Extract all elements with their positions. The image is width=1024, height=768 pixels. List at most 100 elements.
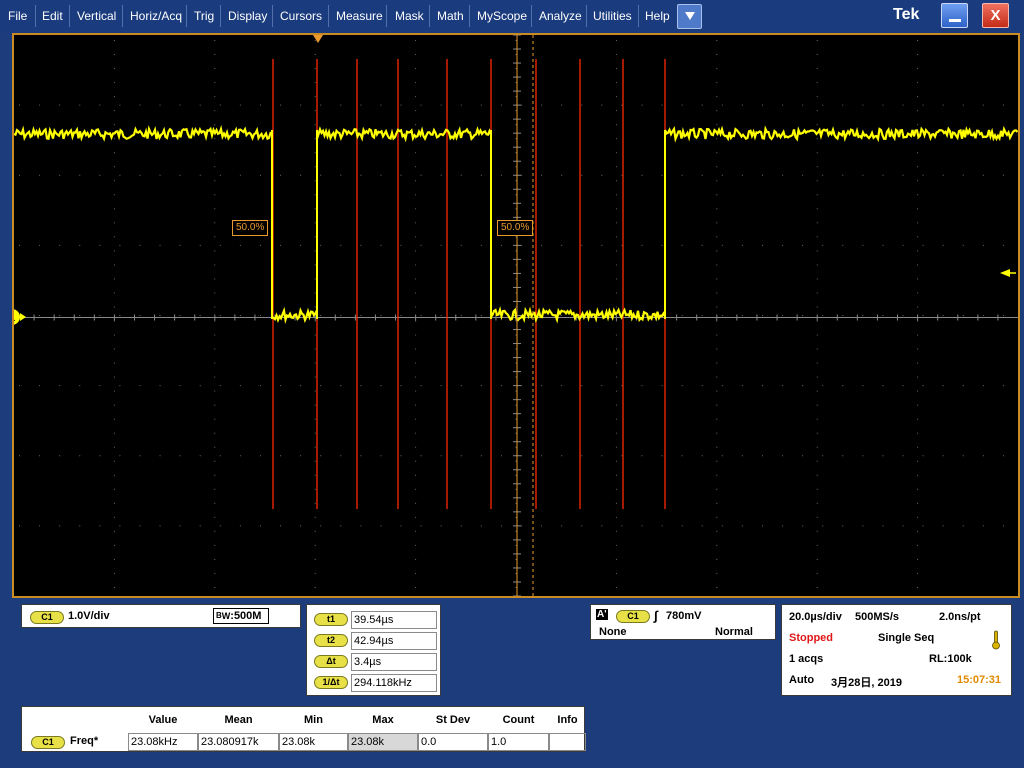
graticule-dot [314,124,316,126]
graticule-dot [39,174,41,176]
graticule-dot [816,432,818,434]
acquisition-panel[interactable]: 20.0µs/div 500MS/s 2.0ns/pt Stopped Sing… [781,604,1012,696]
graticule-dot [415,124,417,126]
menu-vertical[interactable]: Vertical [77,0,116,33]
graticule-dot [139,525,141,527]
menu-display[interactable]: Display [228,0,267,33]
graticule-dot [99,315,101,316]
graticule-dot [816,250,818,252]
graticule-dot [962,174,964,176]
graticule-dot [139,315,141,316]
graticule-dot [761,244,763,246]
graticule-dot [159,455,161,457]
graticule-dot [113,194,115,196]
menu-help[interactable]: Help [645,0,670,33]
graticule-dot [1002,104,1004,106]
graticule-dot [113,320,115,322]
graticule-dot [515,124,517,126]
menu-file[interactable]: File [8,0,27,33]
graticule-dot [113,208,115,210]
graticule-dot [741,315,743,316]
menu-cursors[interactable]: Cursors [280,0,322,33]
graticule-dot [515,404,517,406]
measurement-panel[interactable]: Value Mean Min Max St Dev Count Info C1 Freq* 23… [21,706,586,752]
cursor-readout-panel[interactable]: t1 39.54µs t2 42.94µs Δt 3.4µs 1/Δt 294.118kHz [306,604,441,696]
graticule-dot [521,385,522,387]
graticule-dot [816,82,818,84]
cursor-readout-value: 39.54µs [351,611,437,629]
graticule-dot [314,446,316,448]
graticule-dot [842,385,844,387]
menu-edit[interactable]: Edit [42,0,63,33]
graticule-dot [219,385,221,387]
graticule-dot [716,530,718,532]
menu-myscope[interactable]: MyScope [477,0,527,33]
graticule-dot [601,525,603,527]
menu-measure[interactable]: Measure [336,0,383,33]
graticule-dot [917,474,919,476]
graticule-dot [214,544,216,546]
graticule-dot [701,455,703,457]
graticule-dot [822,244,824,246]
graticule-dot [79,104,81,106]
graticule-dot [199,525,201,527]
graticule-dot [314,54,316,56]
close-button[interactable]: X [982,3,1009,28]
menu-utilities[interactable]: Utilities [593,0,632,33]
graticule-dot [782,174,784,176]
measurement-header: Max [372,714,394,726]
measurement-source-badge: C1 [31,736,65,749]
graticule-dot [822,385,824,387]
graticule-dot [19,525,20,527]
graticule-dot [561,174,563,176]
graticule-dot [902,174,904,176]
minimize-button[interactable] [941,3,968,28]
waveform-display[interactable]: 1 50.0% 50.0% [12,33,1020,598]
graticule-dot [515,502,517,504]
graticule-dot [917,166,919,168]
menu-analyze[interactable]: Analyze [539,0,582,33]
graticule-dot [179,385,181,387]
graticule-dot [615,68,617,70]
measurement-header: Min [304,714,323,726]
graticule-dot [515,40,517,41]
bandwidth-limit[interactable]: BW:500M [213,608,269,624]
graticule-dot [822,455,824,457]
graticule-dot [360,174,362,176]
menu-mask[interactable]: Mask [395,0,424,33]
graticule-dot [314,502,316,504]
graticule-dot [214,292,216,294]
measurement-header: Mean [224,714,253,726]
graticule-dot [415,586,417,588]
graticule-dot [113,572,115,574]
graticule-dot [314,586,316,588]
graticule-dot [816,320,818,322]
graticule-dot [113,292,115,294]
graticule-dot [179,525,181,527]
menu-horiz-acq[interactable]: Horiz/Acq [130,0,182,33]
graticule-dot [314,516,316,518]
graticule-dot [701,315,703,316]
menu-math[interactable]: Math [437,0,464,33]
graticule-dot [615,40,617,41]
graticule-dot [314,432,316,434]
graticule-dot [615,432,617,434]
graticule-dot [917,558,919,560]
graticule-dot [615,110,617,112]
graticule-dot [39,315,41,316]
trigger-panel[interactable]: A' C1 ∫ 780mV None Normal [590,604,776,640]
graticule-dot [1002,174,1004,176]
graticule-dot [59,385,61,387]
graticule-dot [360,525,362,527]
menu-trig[interactable]: Trig [194,0,214,33]
graticule-dot [822,315,824,316]
graticule-dot [816,544,818,546]
graticule-dot [982,455,984,457]
graticule-dot [782,104,784,106]
menu-dropdown-button[interactable] [677,4,702,29]
graticule-dot [917,376,919,378]
channel-panel[interactable]: C1 1.0V/div BW:500M [21,604,301,628]
graticule-dot [480,455,482,457]
graticule-dot [816,348,818,350]
graticule-dot [621,174,623,176]
